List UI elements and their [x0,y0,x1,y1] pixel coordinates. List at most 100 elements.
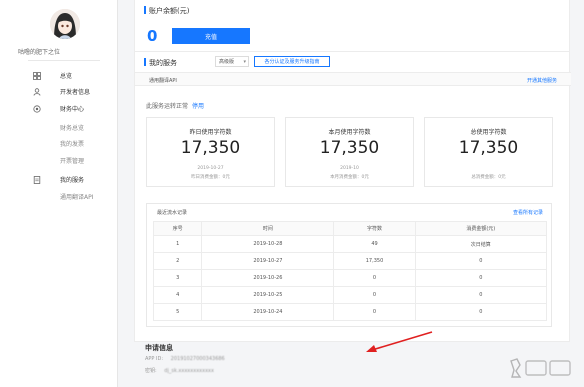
sidebar-item-label: 财务总览 [60,125,85,132]
table-cell: 49 [333,235,416,253]
table-cell: 0 [414,269,548,287]
sidebar-item-translation-api[interactable]: 通用翻译API [0,190,118,203]
stat-value: 17,350 [180,138,241,158]
stat-yesterday: 昨日使用字符数 17,350 2019-10-27 昨日消费金额：0元 [146,117,275,187]
sidebar-item-label: 通用翻译API [60,194,94,201]
stat-month: 本月使用字符数 17,350 2019-10 本月消费金额：0元 [285,117,414,187]
sidebar-item-overview[interactable]: 总览 [0,69,118,82]
table-row: 2 2019-10-27 17,350 0 [152,252,548,270]
annotation-arrow-icon [366,331,433,352]
stat-total: 总使用字符数 17,350 总消费金额：0元 [424,117,553,187]
stat-value: 17,350 [319,138,380,158]
table-row: 5 2019-10-24 0 0 [152,303,548,321]
table-cell: 2019-10-24 [201,303,335,321]
view-all-records-link[interactable]: 查看所有记录 [513,209,543,216]
account-title: 账户余额(元) [149,7,190,15]
api-row: 通用翻译API 开通其他服务 [135,72,571,86]
stat-note: 总消费金额：0元 [471,175,506,180]
table-cell: 0 [414,286,548,304]
chevron-down-icon: ▾ [243,58,246,65]
service-status: 此服务运转正常 停用 [146,101,204,110]
sidebar-item-invoices[interactable]: 我的发票 [0,137,118,150]
column-header: 字符数 [333,221,416,236]
stat-title: 本月使用字符数 [328,129,371,136]
section-marker [144,6,146,14]
sidebar-item-developer-info[interactable]: 开发者信息 [0,85,118,98]
edition-select[interactable]: 高级版 ▾ [215,56,249,67]
stat-note: 昨日消费金额：0元 [191,175,230,180]
table-cell: 1 [152,235,203,253]
user-icon [33,87,41,96]
column-header: 消费金额(元) [414,221,548,236]
sidebar-item-label: 总览 [60,73,73,80]
service-status-text: 此服务运转正常 [146,103,189,110]
key-row: 密钥: dj_sk.xxxxxxxxxxxx [145,367,214,374]
app-id-label: APP ID: [145,356,164,362]
sidebar-item-label: 开票管理 [60,158,85,165]
recharge-button[interactable]: 充值 [172,28,250,44]
table-header-row: 序号 时间 字符数 消费金额(元) [152,221,548,236]
table-cell: 次日结算 [414,235,548,253]
avatar[interactable] [50,9,80,39]
table-cell: 4 [152,286,203,304]
table-cell: 2019-10-25 [201,286,335,304]
sidebar-item-label: 我的服务 [60,177,85,184]
table-cell: 5 [152,303,203,321]
table-cell: 0 [333,303,416,321]
app-id-row: APP ID: 20191027000343686 [145,356,225,362]
main-content: 账户余额(元) 0 充值 我的服务 高级版 ▾ 各分认证及服务升级指南 通用翻译… [134,0,571,387]
table-cell: 2019-10-28 [201,235,335,253]
app-id-value: 20191027000343686 [170,356,225,362]
stat-date: 2019-10-27 [197,166,224,171]
gear-icon [33,104,41,113]
sidebar-item-finance-overview[interactable]: 财务总览 [0,121,118,134]
sidebar-item-my-services[interactable]: 我的服务 [0,173,118,186]
table-cell: 0 [414,303,548,321]
stat-date: 2019-10 [340,166,359,171]
stat-title: 昨日使用字符数 [189,129,232,136]
watermark-logo-icon [510,358,571,378]
account-card: 账户余额(元) 0 充值 [134,0,570,52]
edition-select-value: 高级版 [219,59,235,65]
sidebar-item-invoice-management[interactable]: 开票管理 [0,154,118,167]
sidebar-item-label: 财务中心 [60,106,85,113]
grid-icon [33,71,41,80]
table-row: 4 2019-10-25 0 0 [152,286,548,304]
services-title: 我的服务 [149,59,177,67]
key-value: dj_sk.xxxxxxxxxxxx [164,368,214,374]
stop-service-link[interactable]: 停用 [192,103,204,110]
sidebar-item-finance[interactable]: 财务中心 [0,102,118,115]
table-cell: 3 [152,269,203,287]
sidebar: 咕噜的肥下之位 总览 开发者信息 财务中心 财务总览 我的发票 开票管理 我的服… [0,0,118,387]
table-row: 1 2019-10-28 49 次日结算 [152,235,548,253]
table-cell: 2019-10-26 [201,269,335,287]
api-name[interactable]: 通用翻译API [149,77,177,84]
divider [28,60,100,61]
table-cell: 2019-10-27 [201,252,335,270]
sidebar-item-label: 我的发票 [60,141,85,148]
stat-title: 总使用字符数 [470,129,507,136]
open-more-services-link[interactable]: 开通其他服务 [527,77,557,84]
table-cell: 2 [152,252,203,270]
table-cell: 0 [333,286,416,304]
column-header: 时间 [201,221,335,236]
table-cell: 0 [333,269,416,287]
upgrade-guide-button[interactable]: 各分认证及服务升级指南 [254,56,330,67]
stat-value: 17,350 [458,138,519,158]
services-card: 我的服务 高级版 ▾ 各分认证及服务升级指南 通用翻译API 开通其他服务 此服… [134,52,571,342]
username: 咕噜的肥下之位 [18,49,61,56]
column-header: 序号 [152,221,203,236]
records-card: 最近流水记录 查看所有记录 序号 时间 字符数 消费金额(元) 1 2019-1… [146,203,552,327]
key-label: 密钥: [145,368,157,374]
section-marker [144,58,146,66]
records-title: 最近流水记录 [157,210,188,216]
table-cell: 17,350 [333,252,416,270]
apply-info-title: 申请信息 [145,344,173,352]
table-row: 3 2019-10-26 0 0 [152,269,548,287]
sidebar-item-label: 开发者信息 [60,89,91,96]
document-icon [33,175,41,184]
table-cell: 0 [414,252,548,270]
account-balance: 0 [147,27,158,45]
stat-note: 本月消费金额：0元 [330,175,369,180]
records-table: 序号 时间 字符数 消费金额(元) 1 2019-10-28 49 次日结算 2 [152,221,548,321]
